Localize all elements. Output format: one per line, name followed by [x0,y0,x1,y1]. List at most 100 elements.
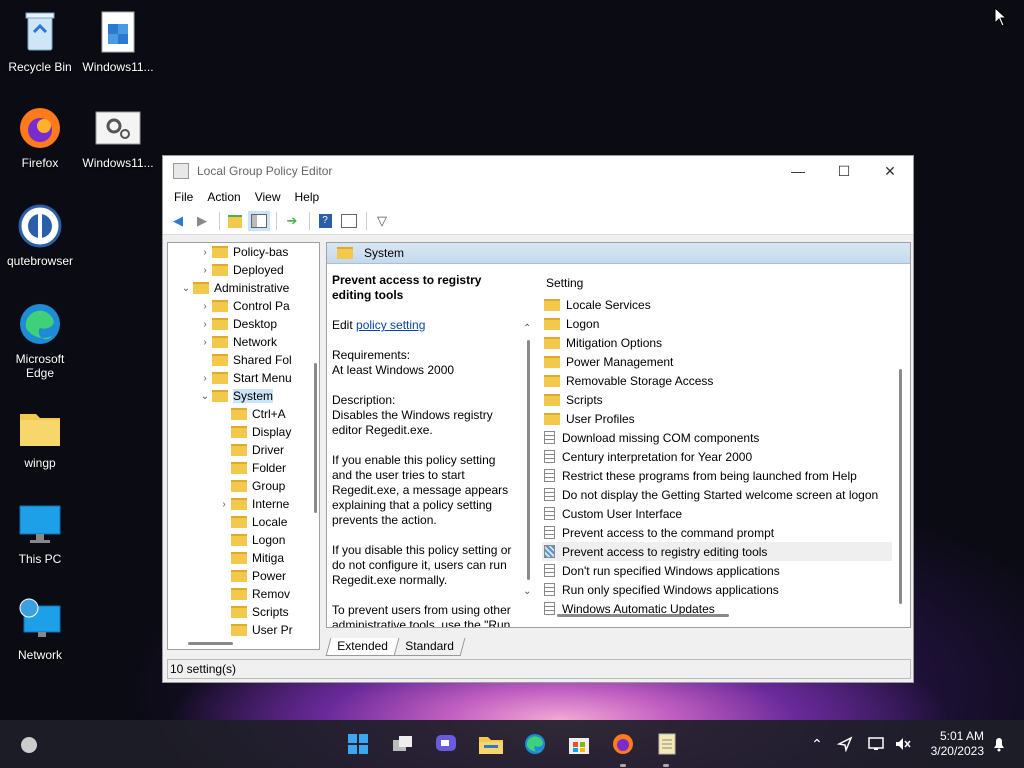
menu-view[interactable]: View [248,190,288,204]
setting-row[interactable]: Century interpretation for Year 2000 [542,447,892,466]
tree-item[interactable]: Logon [168,531,319,549]
settings-column-header[interactable]: Setting [542,271,892,295]
chevron-right-icon[interactable]: › [198,373,212,384]
desktop-icon-this-pc[interactable]: This PC [0,500,80,566]
menu-file[interactable]: File [167,190,200,204]
maximize-button[interactable]: ☐ [821,156,867,186]
setting-row[interactable]: Restrict these programs from being launc… [542,466,892,485]
tree-item[interactable]: Mitiga [168,549,319,567]
menu-help[interactable]: Help [288,190,327,204]
chevron-down-icon[interactable]: ⌄ [198,391,212,402]
system-clock[interactable]: 5:01 AM 3/20/2023 [931,729,984,759]
setting-row[interactable]: Power Management [542,352,892,371]
tree-item[interactable]: › Interne [168,495,319,513]
edit-policy-link[interactable]: policy setting [356,318,425,332]
description: Description: Disables the Windows registr… [332,393,517,438]
tree-item[interactable]: Group [168,477,319,495]
tree-item[interactable]: User Pr [168,621,319,639]
volume-muted-icon[interactable] [890,732,916,756]
chevron-right-icon[interactable]: › [198,247,212,258]
setting-row[interactable]: Logon [542,314,892,333]
store-icon[interactable] [566,732,592,756]
setting-row[interactable]: Mitigation Options [542,333,892,352]
desktop-icon-windows11-installer[interactable]: Windows11... [78,8,158,74]
settings-vertical-scrollbar[interactable] [899,369,902,604]
location-icon[interactable] [832,732,858,756]
tree-item[interactable]: Display [168,423,319,441]
policy-title: Prevent access to registry editing tools [332,273,482,302]
edge-taskbar-icon[interactable] [522,732,548,756]
setting-row[interactable]: Run only specified Windows applications [542,580,892,599]
tree-item[interactable]: › Start Menu [168,369,319,387]
setting-row[interactable]: Scripts [542,390,892,409]
chevron-up-icon[interactable]: ⌃ [523,323,533,334]
tree-horizontal-scrollbar[interactable] [188,642,233,645]
file-explorer-icon[interactable] [478,732,504,756]
forward-button[interactable]: ▶ [191,211,213,231]
settings-horizontal-scrollbar[interactable] [557,614,729,617]
desktop-icon-wingp[interactable]: wingp [0,404,80,470]
desktop-icon-edge[interactable]: Microsoft Edge [0,300,80,380]
chevron-right-icon[interactable]: › [217,499,231,510]
tab-extended[interactable]: Extended [325,638,400,656]
setting-row[interactable]: Locale Services [542,295,892,314]
setting-row[interactable]: User Profiles [542,409,892,428]
tree-item[interactable]: › Deployed [168,261,319,279]
setting-row[interactable]: Prevent access to the command prompt [542,523,892,542]
tree-vertical-scrollbar[interactable] [314,363,317,513]
tree-item[interactable]: Scripts [168,603,319,621]
desktop-icon-firefox[interactable]: Firefox [0,104,80,170]
help-button[interactable]: ? [314,211,336,231]
desktop-icon-windows11-settings[interactable]: Windows11... [78,104,158,170]
chevron-right-icon[interactable]: › [198,265,212,276]
chevron-right-icon[interactable]: › [198,319,212,330]
task-view-icon[interactable] [390,732,416,756]
tree-item[interactable]: › Control Pa [168,297,319,315]
tree-item[interactable]: Shared Fol [168,351,319,369]
back-button[interactable]: ◀ [167,211,189,231]
up-folder-button[interactable] [224,211,246,231]
tree-item[interactable]: › Desktop [168,315,319,333]
start-button[interactable] [345,732,371,756]
weather-widget-icon[interactable] [16,732,42,756]
tree-item[interactable]: ⌄ Administrative [168,279,319,297]
chevron-right-icon[interactable]: › [198,337,212,348]
tree-item[interactable]: Locale [168,513,319,531]
properties-button[interactable] [338,211,360,231]
setting-row[interactable]: Download missing COM components [542,428,892,447]
chevron-up-icon[interactable]: ⌃ [804,732,830,756]
tree-item[interactable]: Ctrl+A [168,405,319,423]
tree-item[interactable]: › Network [168,333,319,351]
minimize-button[interactable]: — [775,156,821,186]
menu-action[interactable]: Action [200,190,247,204]
tree-item[interactable]: Remov [168,585,319,603]
chevron-down-icon[interactable]: ⌄ [523,586,533,597]
setting-row[interactable]: Prevent access to registry editing tools [542,542,892,561]
setting-row[interactable]: Do not display the Getting Started welco… [542,485,892,504]
show-hide-tree-button[interactable] [248,211,270,231]
export-list-button[interactable]: ➔ [281,211,303,231]
chevron-right-icon[interactable]: › [198,301,212,312]
setting-row[interactable]: Don't run specified Windows applications [542,561,892,580]
tab-standard[interactable]: Standard [393,638,465,656]
display-icon[interactable] [864,732,890,756]
setting-row[interactable]: Removable Storage Access [542,371,892,390]
setting-row[interactable]: Custom User Interface [542,504,892,523]
tree-item[interactable]: Power [168,567,319,585]
tree-item[interactable]: Driver [168,441,319,459]
chat-icon[interactable] [433,732,459,756]
notification-icon[interactable] [986,732,1012,756]
close-button[interactable]: ✕ [867,156,913,186]
desktop-icon-network[interactable]: Network [0,596,80,662]
desktop-icon-recycle-bin[interactable]: Recycle Bin [0,8,80,74]
filter-button[interactable]: ▽ [371,211,393,231]
tree-item[interactable]: Folder [168,459,319,477]
notepad-icon[interactable] [654,732,680,756]
description-scrollbar[interactable]: ⌃ ⌄ [523,323,533,613]
firefox-taskbar-icon[interactable] [610,732,636,756]
tree-item[interactable]: ⌄ System [168,387,319,405]
chevron-down-icon[interactable]: ⌄ [179,283,193,294]
tree-item[interactable]: › Policy-bas [168,243,319,261]
title-bar[interactable]: Local Group Policy Editor — ☐ ✕ [163,156,913,186]
desktop-icon-qutebrowser[interactable]: qutebrowser [0,202,80,268]
